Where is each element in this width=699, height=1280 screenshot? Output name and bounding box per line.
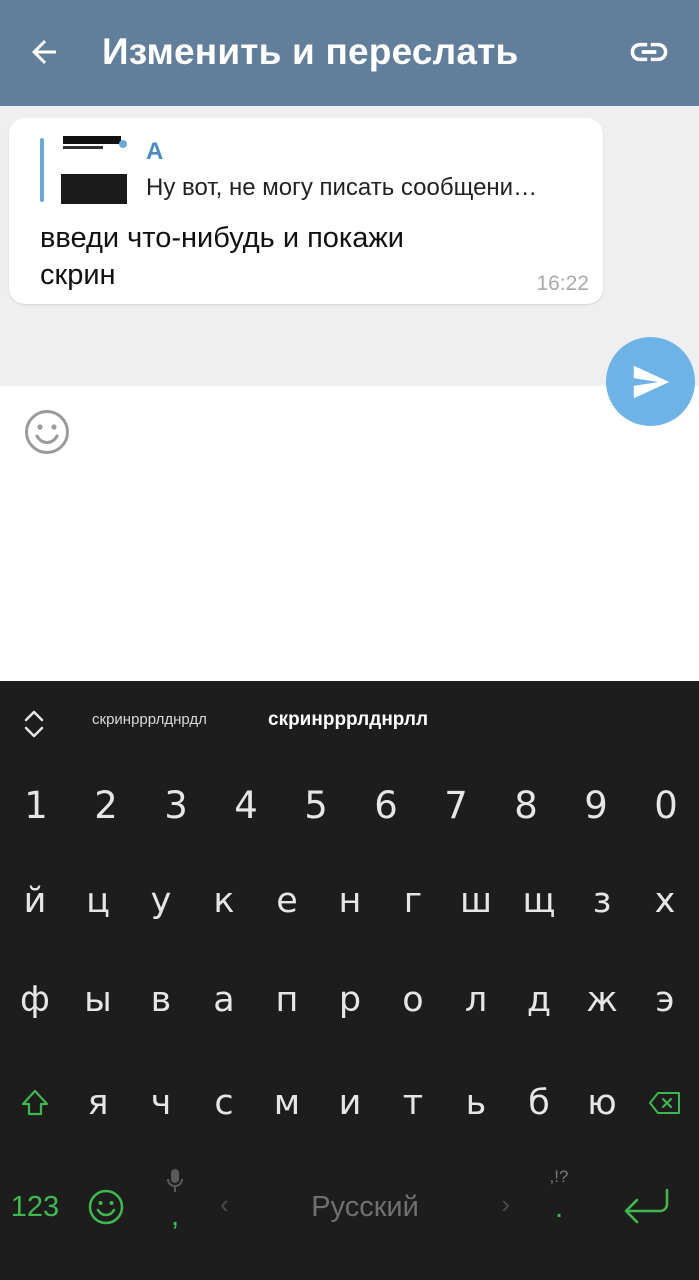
key[interactable]: е: [255, 853, 319, 949]
emoji-key[interactable]: [78, 1179, 134, 1235]
backspace-key[interactable]: [633, 1055, 697, 1151]
suggestion-2[interactable]: скринрррлднрлл: [268, 709, 428, 731]
space-key[interactable]: ‹ Русский ›: [210, 1157, 520, 1257]
key[interactable]: х: [633, 853, 697, 949]
suggestion-strip: скринрррлднрдл скринрррлднрлл: [0, 681, 699, 763]
message-text: введи что-нибудь и покажи скрин: [40, 222, 404, 291]
bottom-row: 123 , ‹ Русский › ,!? .: [0, 1157, 699, 1257]
return-arrow-icon: [624, 1188, 669, 1224]
enter-key[interactable]: [606, 1175, 686, 1239]
key[interactable]: 0: [634, 757, 698, 853]
comma-label: ,: [170, 1199, 180, 1232]
key[interactable]: с: [192, 1055, 256, 1151]
expand-toggle-button[interactable]: [14, 703, 54, 743]
page-title: Изменить и переслать: [102, 31, 519, 72]
key[interactable]: т: [381, 1055, 445, 1151]
key[interactable]: 8: [494, 757, 558, 853]
key[interactable]: 7: [424, 757, 488, 853]
letter-row-3: я ч с м и т ь б ю: [0, 1055, 699, 1151]
link-button[interactable]: [625, 28, 673, 76]
key[interactable]: г: [381, 853, 445, 949]
back-button[interactable]: [20, 28, 68, 76]
composer: [0, 386, 699, 681]
key[interactable]: ю: [570, 1055, 634, 1151]
key[interactable]: 3: [144, 757, 208, 853]
quote-thumbnail: [57, 136, 129, 204]
key[interactable]: л: [444, 952, 508, 1048]
microphone-icon: [167, 1169, 183, 1192]
key[interactable]: з: [570, 853, 634, 949]
letter-row-2: ф ы в а п р о л д ж э: [0, 952, 699, 1048]
key[interactable]: н: [318, 853, 382, 949]
keyboard: скринрррлднрдл скринрррлднрлл 1 2 3 4 5 …: [0, 681, 699, 1280]
key[interactable]: ь: [444, 1055, 508, 1151]
chat-area: А Ну вот, не могу писать сообщени… введи…: [0, 106, 699, 386]
key[interactable]: п: [255, 952, 319, 1048]
key[interactable]: б: [507, 1055, 571, 1151]
key[interactable]: ж: [570, 952, 634, 1048]
letter-row-1: й ц у к е н г ш щ з х: [0, 853, 699, 949]
message-input[interactable]: [90, 406, 674, 458]
message-time: 16:22: [536, 272, 589, 295]
link-icon: [630, 42, 668, 62]
key[interactable]: 1: [4, 757, 68, 853]
key[interactable]: д: [507, 952, 571, 1048]
key[interactable]: ф: [3, 952, 67, 1048]
space-label: Русский: [311, 1190, 419, 1223]
key[interactable]: 4: [214, 757, 278, 853]
paper-plane-icon: [633, 365, 669, 398]
key[interactable]: я: [66, 1055, 130, 1151]
key[interactable]: о: [381, 952, 445, 1048]
suggestion-1[interactable]: скринрррлднрдл: [92, 711, 207, 728]
send-button[interactable]: [606, 337, 695, 426]
key[interactable]: 5: [284, 757, 348, 853]
key[interactable]: э: [633, 952, 697, 1048]
key[interactable]: ц: [66, 853, 130, 949]
message-bubble[interactable]: А Ну вот, не могу писать сообщени… введи…: [9, 118, 603, 304]
shift-key[interactable]: [3, 1055, 67, 1151]
smiley-icon: [25, 410, 69, 454]
key[interactable]: в: [129, 952, 193, 1048]
number-row: 1 2 3 4 5 6 7 8 9 0: [0, 757, 699, 853]
shift-icon: [21, 1089, 49, 1116]
smiley-icon: [88, 1189, 124, 1225]
key[interactable]: 2: [74, 757, 138, 853]
key[interactable]: у: [129, 853, 193, 949]
period-label: .: [554, 1191, 564, 1224]
chevron-right-icon: ›: [501, 1189, 510, 1219]
key[interactable]: и: [318, 1055, 382, 1151]
key[interactable]: ш: [444, 853, 508, 949]
mode-123-key[interactable]: 123: [0, 1157, 70, 1257]
backspace-icon: [649, 1092, 680, 1114]
punctuation-hint: ,!?: [549, 1167, 569, 1186]
period-key[interactable]: ,!? .: [534, 1157, 584, 1257]
key[interactable]: щ: [507, 853, 571, 949]
key[interactable]: 9: [564, 757, 628, 853]
chevron-up-down-icon: [24, 710, 44, 738]
quote-bar: [40, 138, 44, 202]
chevron-left-icon: ‹: [220, 1189, 229, 1219]
emoji-button[interactable]: [23, 408, 71, 456]
comma-key[interactable]: ,: [150, 1157, 200, 1257]
key[interactable]: а: [192, 952, 256, 1048]
key[interactable]: ы: [66, 952, 130, 1048]
key[interactable]: ч: [129, 1055, 193, 1151]
key[interactable]: 6: [354, 757, 418, 853]
key[interactable]: й: [3, 853, 67, 949]
quote-text: Ну вот, не могу писать сообщени…: [146, 174, 538, 201]
arrow-left-icon: [32, 40, 56, 64]
quote-author: А: [146, 138, 164, 165]
key[interactable]: р: [318, 952, 382, 1048]
key[interactable]: м: [255, 1055, 319, 1151]
key[interactable]: к: [192, 853, 256, 949]
app-header: Изменить и переслать: [0, 0, 699, 106]
